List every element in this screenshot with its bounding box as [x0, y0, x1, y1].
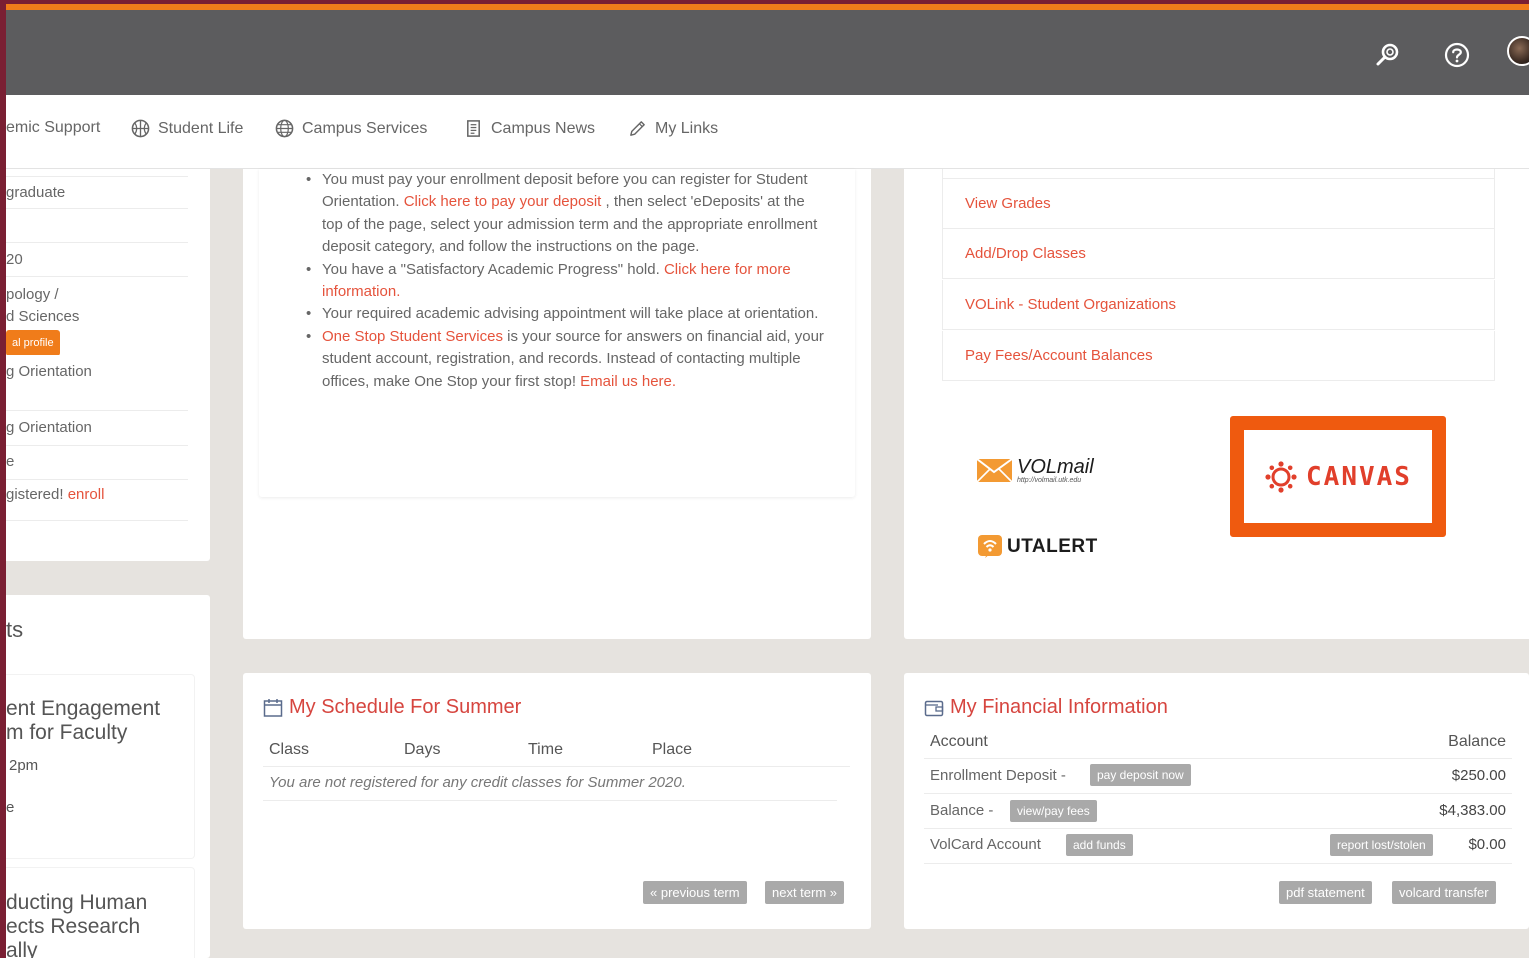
globe-icon [275, 119, 294, 138]
nav-item-academic-support[interactable]: emic Support [6, 119, 100, 137]
event-time: 2pm [9, 757, 39, 774]
nav-item-campus-news[interactable]: Campus News [464, 119, 595, 138]
schedule-table: Class Days Time Place You are not regist… [263, 737, 850, 801]
column-header: Balance [1448, 733, 1506, 750]
financial-row: VolCard Account add funds report lost/st… [924, 829, 1512, 864]
help-icon[interactable] [1444, 42, 1470, 68]
apps-card: VOLmail http://volmail.utk.edu UTALERT C… [920, 414, 1517, 617]
add-funds-button[interactable]: add funds [1066, 834, 1133, 856]
sidebar-row [6, 209, 188, 243]
column-header: Account [930, 733, 988, 750]
notices-card: You must pay your enrollment deposit bef… [259, 169, 855, 497]
schedule-header-row: Class Days Time Place [263, 737, 850, 767]
notice-item: One Stop Student Services is your source… [304, 326, 824, 393]
top-header-bar [0, 10, 1529, 95]
financial-header-row: Account Balance [924, 724, 1512, 759]
schedule-card: My Schedule For Summer Class Days Time P… [243, 673, 871, 929]
column-header: Days [404, 741, 441, 758]
amount: $0.00 [1468, 836, 1506, 853]
calendar-icon [263, 698, 283, 717]
sidebar-row: g Orientation [6, 411, 188, 446]
document-icon [467, 120, 480, 137]
alert-wifi-icon [978, 535, 1002, 558]
sidebar-row: graduate [6, 176, 188, 209]
amount: $250.00 [1451, 767, 1506, 784]
search-icon[interactable] [1375, 42, 1401, 68]
nav-item-label: emic Support [6, 119, 101, 136]
nav-item-campus-services[interactable]: Campus Services [275, 119, 427, 138]
pay-deposit-now-button[interactable]: pay deposit now [1090, 764, 1191, 786]
volcard-transfer-button[interactable]: volcard transfer [1392, 881, 1496, 904]
financial-row: Enrollment Deposit - pay deposit now $25… [924, 759, 1512, 794]
next-term-button[interactable]: next term » [765, 881, 845, 904]
one-stop-link[interactable]: One Stop Student Services [322, 328, 503, 345]
event-extra: e [6, 799, 15, 816]
financial-row: Balance - view/pay fees $4,383.00 [924, 794, 1512, 829]
previous-term-button[interactable]: « previous term [643, 881, 747, 904]
sidebar-row-registration: gistered! enroll [6, 480, 188, 521]
column-header: Class [269, 741, 310, 758]
utalert-link[interactable]: UTALERT [977, 534, 1098, 560]
event-item[interactable]: ducting Human ects Research ally [0, 868, 194, 958]
sidebar-row-major: pology / d Sciences al profile [6, 277, 188, 355]
notice-item: You have a "Satisfactory Academic Progre… [304, 259, 824, 304]
canvas-link[interactable]: CANVAS [1230, 416, 1446, 537]
nav-item-label: Campus News [491, 119, 596, 137]
profile-badge[interactable]: al profile [6, 330, 60, 355]
view-grades-link[interactable]: View Grades [942, 179, 1495, 229]
utalert-text: UTALERT [1007, 536, 1098, 557]
avatar[interactable] [1507, 36, 1529, 66]
event-title: ducting Human ects Research ally [6, 891, 148, 958]
notices-list: You must pay your enrollment deposit bef… [304, 169, 824, 393]
amount: $4,383.00 [1439, 802, 1506, 819]
basketball-icon [131, 119, 150, 138]
add-drop-classes-link[interactable]: Add/Drop Classes [942, 229, 1495, 279]
events-title: ts [6, 617, 24, 642]
sidebar-row: e [6, 446, 188, 480]
event-item[interactable]: ent Engagement m for Faculty 2pm e [0, 675, 194, 858]
schedule-title: My Schedule For Summer [263, 696, 521, 719]
pencil-icon [630, 121, 645, 136]
volmail-text: VOLmail [1017, 455, 1094, 478]
notice-item: You must pay your enrollment deposit bef… [304, 169, 824, 259]
volmail-url: http://volmail.utk.edu [1017, 476, 1082, 484]
column-header: Place [652, 741, 693, 758]
main-navbar: emic Support Student Life Campus Service… [0, 95, 1529, 169]
view-pay-fees-button[interactable]: view/pay fees [1010, 800, 1097, 822]
sidebar-row: 20 [6, 243, 188, 277]
report-lost-stolen-button[interactable]: report lost/stolen [1330, 834, 1433, 856]
envelope-icon [976, 458, 1013, 483]
schedule-empty-row: You are not registered for any credit cl… [263, 767, 837, 801]
nav-item-my-links[interactable]: My Links [628, 119, 718, 138]
canvas-text: CANVAS [1306, 461, 1412, 492]
enroll-link[interactable]: enroll [68, 486, 105, 503]
top-accent-stripe [0, 0, 1529, 10]
left-window-edge [0, 0, 6, 958]
nav-item-student-life[interactable]: Student Life [131, 119, 243, 138]
canvas-logo-icon [1265, 460, 1297, 493]
nav-item-label: Campus Services [302, 119, 428, 137]
pdf-statement-button[interactable]: pdf statement [1279, 881, 1372, 904]
sidebar-row: g Orientation [6, 356, 188, 411]
column-header: Time [528, 741, 563, 758]
pay-fees-link[interactable]: Pay Fees/Account Balances [942, 331, 1495, 381]
volink-organizations-link[interactable]: VOLink - Student Organizations [942, 280, 1495, 330]
volmail-link[interactable]: VOLmail http://volmail.utk.edu [976, 456, 1094, 484]
nav-item-label: My Links [655, 119, 719, 137]
pay-deposit-link[interactable]: Click here to pay your deposit [404, 193, 602, 210]
email-us-link[interactable]: Email us here. [580, 373, 676, 390]
wallet-icon [924, 700, 944, 716]
quick-links-top-row [942, 169, 1495, 179]
nav-item-label: Student Life [158, 119, 244, 137]
notice-item: Your required academic advising appointm… [304, 303, 824, 326]
financial-title: My Financial Information [924, 696, 1168, 719]
event-title: ent Engagement m for Faculty [6, 697, 161, 744]
